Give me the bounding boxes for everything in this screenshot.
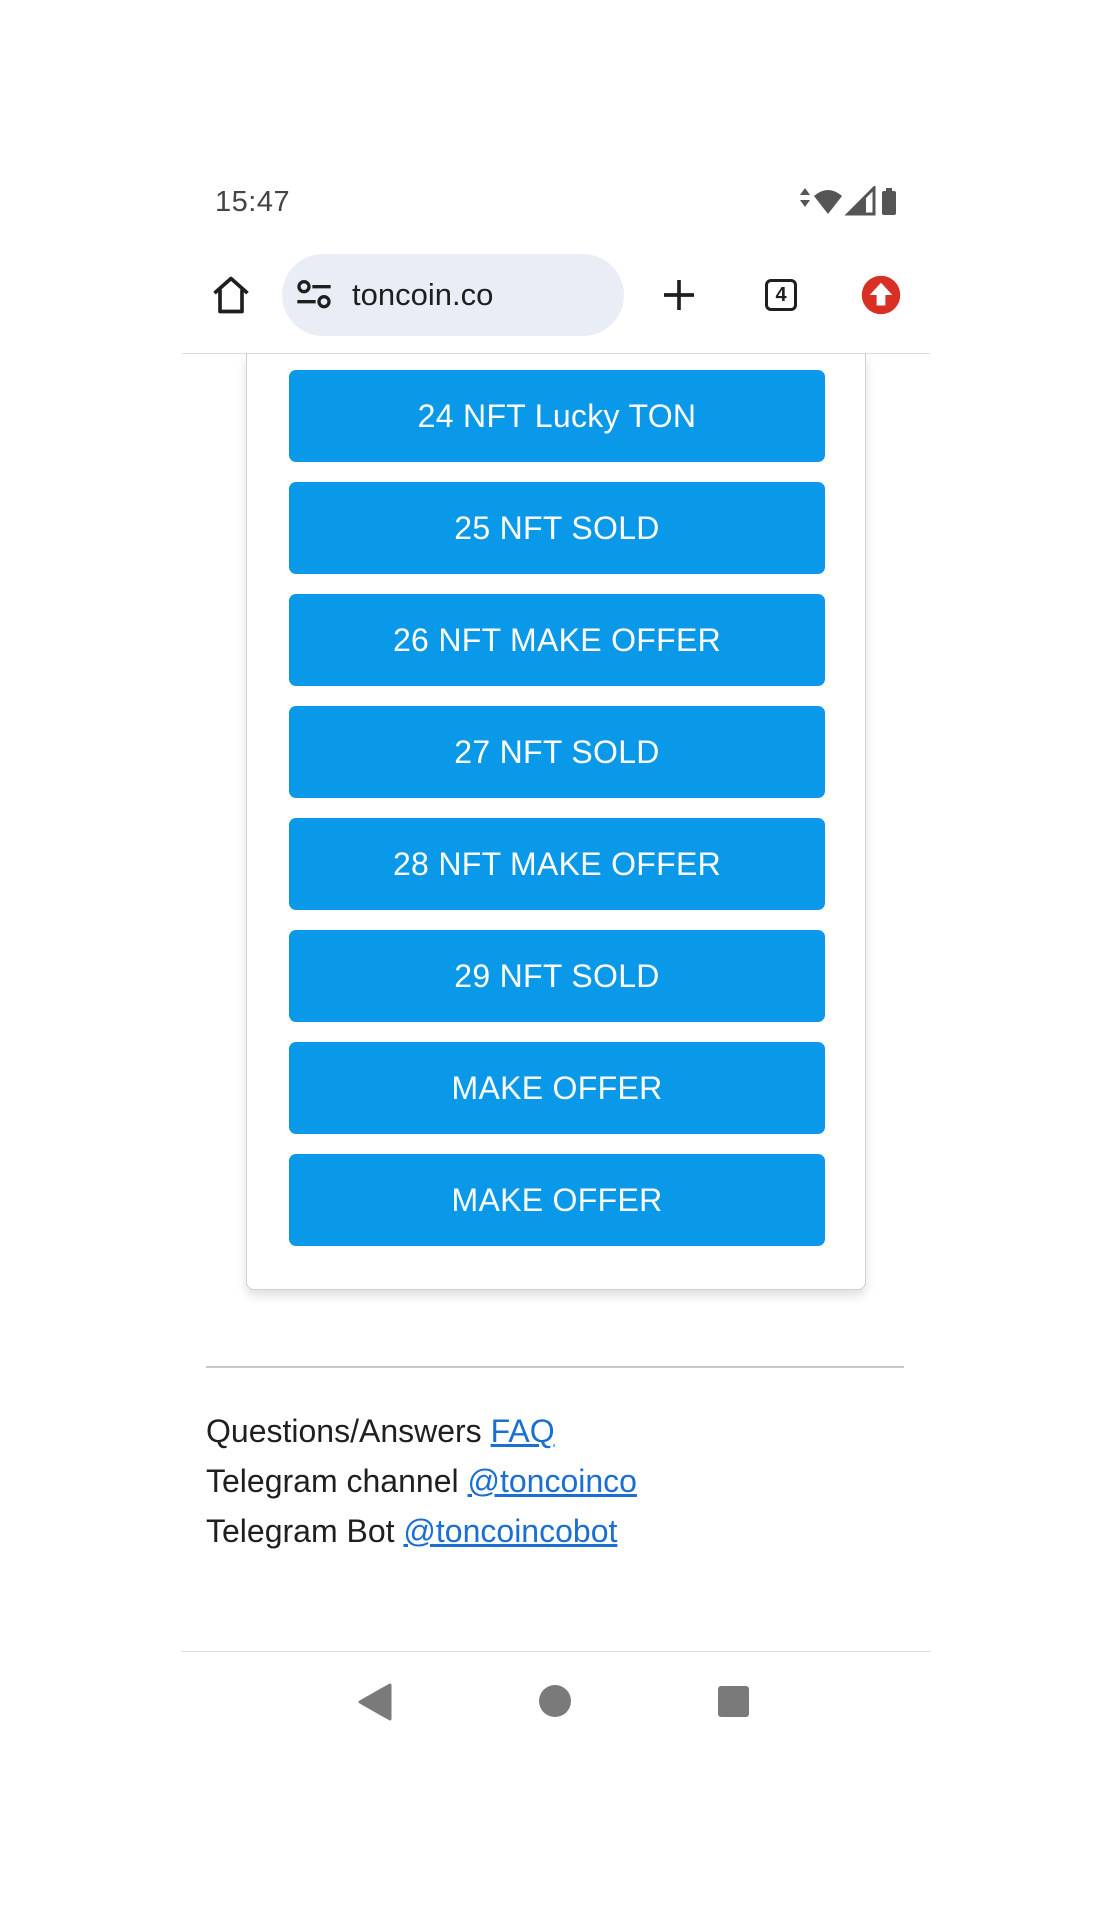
telegram-channel-link[interactable]: @toncoinco — [467, 1463, 636, 1499]
nft-button-24[interactable]: 24 NFT Lucky TON — [289, 370, 825, 462]
nft-button-25[interactable]: 25 NFT SOLD — [289, 482, 825, 574]
update-available-icon — [861, 275, 901, 315]
footer-faq-line: Questions/Answers FAQ — [206, 1406, 637, 1456]
url-text: toncoin.co — [352, 277, 494, 312]
telegram-bot-link[interactable]: @toncoincobot — [403, 1513, 617, 1549]
update-button[interactable] — [860, 274, 902, 316]
footer-divider — [206, 1366, 904, 1368]
back-triangle-icon[interactable] — [358, 1683, 392, 1721]
tab-count: 4 — [775, 283, 787, 306]
status-time: 15:47 — [215, 186, 291, 218]
nft-button-26[interactable]: 26 NFT MAKE OFFER — [289, 594, 825, 686]
tune-icon[interactable] — [294, 275, 334, 315]
status-icons — [800, 184, 905, 218]
footer-channel-line: Telegram channel @toncoinco — [206, 1456, 637, 1506]
new-tab-button[interactable] — [654, 270, 704, 320]
nft-button-27[interactable]: 27 NFT SOLD — [289, 706, 825, 798]
make-offer-button[interactable]: MAKE OFFER — [289, 1154, 825, 1246]
recents-square-icon[interactable] — [717, 1685, 750, 1718]
footer: Questions/Answers FAQ Telegram channel @… — [206, 1406, 637, 1556]
battery-icon — [882, 188, 896, 215]
home-circle-icon[interactable] — [538, 1684, 572, 1718]
nft-button-29[interactable]: 29 NFT SOLD — [289, 930, 825, 1022]
make-offer-button[interactable]: MAKE OFFER — [289, 1042, 825, 1134]
bot-label: Telegram Bot — [206, 1513, 395, 1549]
data-activity-icon — [800, 188, 810, 207]
tabs-icon: 4 — [765, 279, 797, 311]
nav-divider — [182, 1651, 930, 1652]
channel-label: Telegram channel — [206, 1463, 459, 1499]
footer-bot-line: Telegram Bot @toncoincobot — [206, 1506, 637, 1556]
nft-card: 24 NFT Lucky TON 25 NFT SOLD 26 NFT MAKE… — [246, 354, 866, 1290]
faq-link[interactable]: FAQ — [491, 1413, 555, 1449]
nft-button-28[interactable]: 28 NFT MAKE OFFER — [289, 818, 825, 910]
nft-button-list: 24 NFT Lucky TON 25 NFT SOLD 26 NFT MAKE… — [289, 370, 825, 1266]
address-bar[interactable]: toncoin.co — [282, 254, 624, 336]
plus-icon — [664, 280, 694, 310]
tab-switcher-button[interactable]: 4 — [756, 270, 806, 320]
wifi-icon — [814, 190, 842, 214]
home-button[interactable] — [206, 270, 256, 320]
home-icon — [213, 276, 249, 314]
faq-label: Questions/Answers — [206, 1413, 482, 1449]
